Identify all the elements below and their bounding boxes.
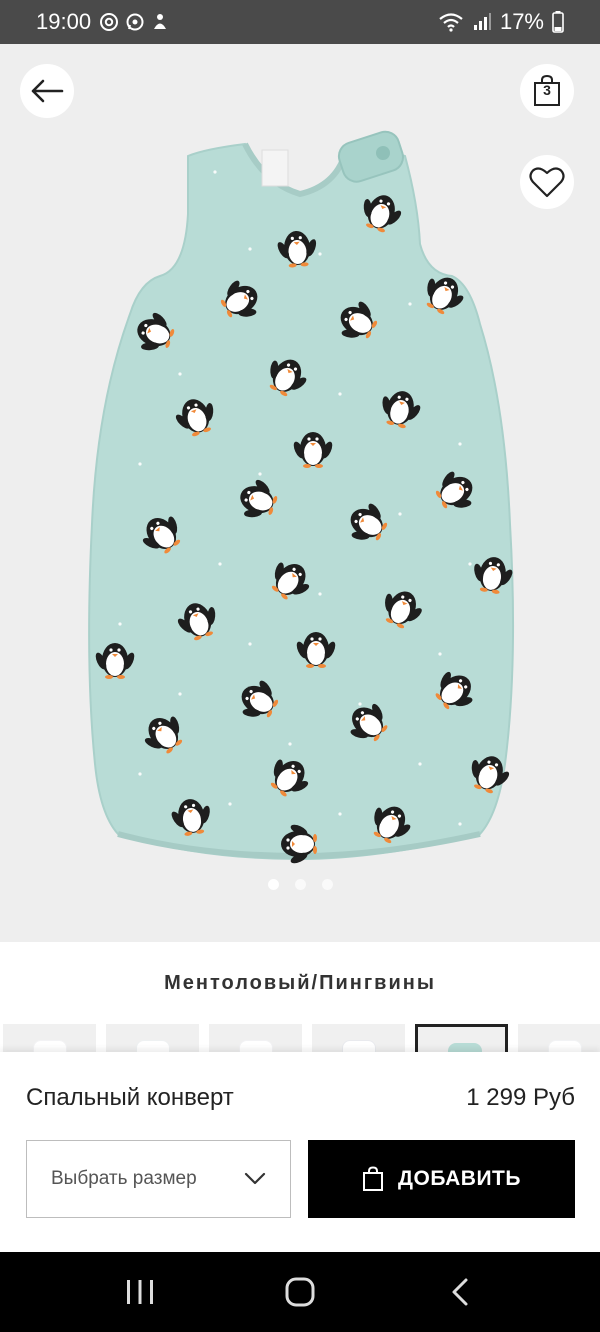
- add-to-bag-label: ДОБАВИТЬ: [398, 1167, 521, 1190]
- signal-icon: [473, 13, 491, 30]
- whatsapp-icon: [126, 13, 144, 31]
- notification-icon: [154, 14, 167, 29]
- purchase-panel: Спальный конверт 1 299 Руб Выбрать разме…: [0, 1052, 600, 1252]
- system-nav-bar: [0, 1252, 600, 1332]
- color-name: Ментоловый/Пингвины: [164, 972, 436, 994]
- wifi-icon: [439, 13, 463, 32]
- variant-thumbnail[interactable]: [518, 1024, 600, 1054]
- back-icon: [452, 1278, 468, 1306]
- variant-thumbnails: [3, 1024, 600, 1054]
- add-to-bag-button[interactable]: ДОБАВИТЬ: [308, 1140, 575, 1218]
- variant-thumbnail-selected[interactable]: [415, 1024, 508, 1054]
- gallery-dot[interactable]: [294, 879, 306, 890]
- size-select[interactable]: Выбрать размер: [26, 1140, 291, 1218]
- product-price: 1 299 Руб: [466, 1084, 575, 1111]
- shopping-bag-icon: [363, 1166, 384, 1191]
- product-screen: 19:00 17% 3 Ментоловый/Пингвины Спальный…: [0, 0, 600, 1332]
- arrow-left-icon: [31, 79, 64, 103]
- status-bar: 19:00 17%: [0, 0, 600, 44]
- product-image: [88, 130, 517, 866]
- chevron-down-icon: [244, 1172, 266, 1185]
- bag-count-badge: 3: [543, 82, 551, 98]
- gallery-pagination: [0, 879, 600, 890]
- status-time: 19:00: [36, 9, 92, 34]
- product-name: Спальный конверт: [26, 1084, 234, 1111]
- battery-percent: 17%: [499, 9, 544, 34]
- status-left: 19:00: [36, 9, 169, 35]
- home-button[interactable]: [270, 1262, 330, 1322]
- back-button[interactable]: [20, 64, 74, 118]
- heart-icon: [529, 167, 565, 198]
- status-right: 17%: [438, 9, 564, 35]
- variant-thumbnail[interactable]: [3, 1024, 96, 1054]
- battery-icon: [552, 11, 564, 33]
- favorite-button[interactable]: [520, 155, 574, 209]
- back-nav-button[interactable]: [430, 1262, 490, 1322]
- product-gallery[interactable]: 3: [0, 44, 600, 942]
- recents-button[interactable]: [110, 1262, 170, 1322]
- shopping-bag-button[interactable]: 3: [520, 64, 574, 118]
- gallery-dot[interactable]: [321, 879, 333, 890]
- at-sign-icon: [100, 13, 119, 31]
- variant-thumbnail[interactable]: [312, 1024, 405, 1054]
- home-icon: [285, 1277, 315, 1307]
- variant-thumbnail[interactable]: [106, 1024, 199, 1054]
- gallery-dot-active[interactable]: [267, 879, 279, 890]
- size-select-label: Выбрать размер: [51, 1168, 197, 1189]
- variant-thumbnail[interactable]: [209, 1024, 302, 1054]
- recents-icon: [127, 1280, 153, 1304]
